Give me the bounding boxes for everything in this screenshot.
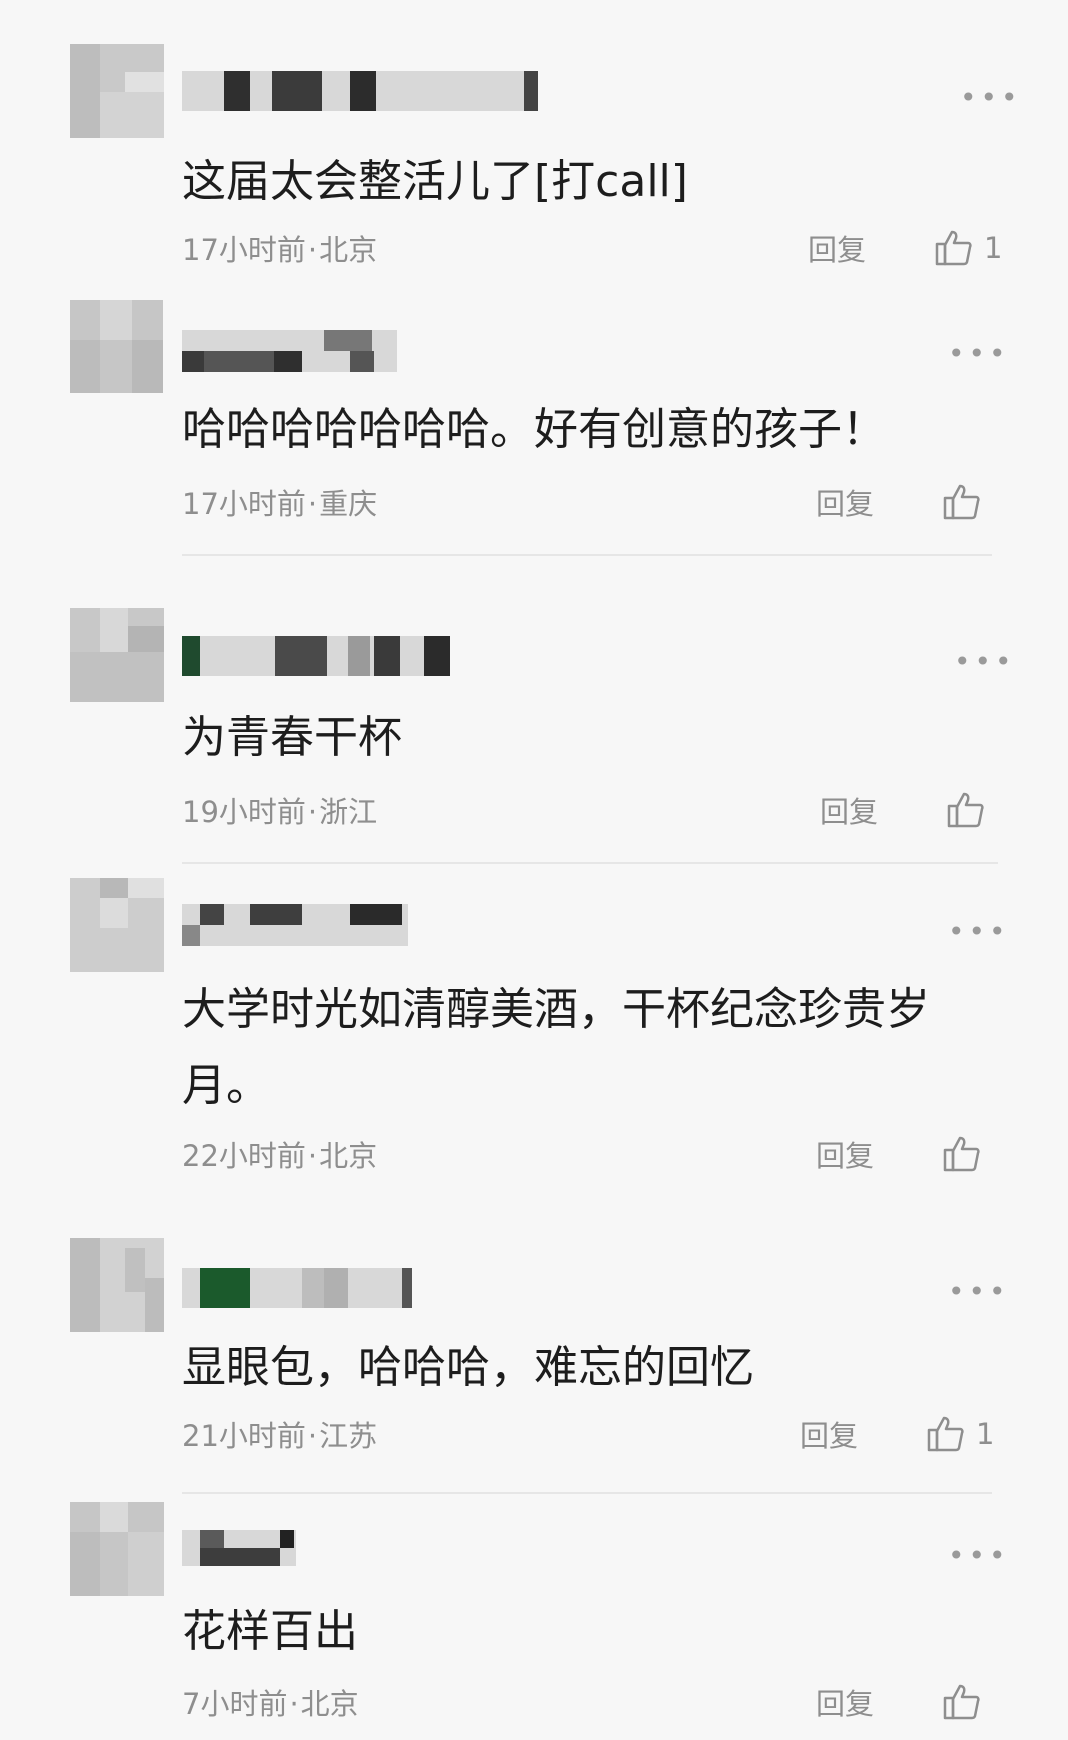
comment-meta: 19小时前·浙江 xyxy=(182,798,377,827)
comment-location: 北京 xyxy=(319,233,378,267)
comment-text: 哈哈哈哈哈哈哈。好有创意的孩子！ xyxy=(182,404,886,455)
thumbs-up-icon xyxy=(926,1414,966,1454)
avatar[interactable] xyxy=(70,1238,164,1332)
like-button[interactable] xyxy=(946,790,996,830)
comment-time: 22小时前 xyxy=(182,1139,306,1173)
meta-separator: · xyxy=(307,795,318,829)
thumbs-up-icon xyxy=(942,482,982,522)
divider xyxy=(182,554,992,556)
comment-time: 21小时前 xyxy=(182,1419,306,1453)
username-blurred[interactable] xyxy=(182,1268,412,1308)
meta-separator: · xyxy=(307,487,318,521)
avatar[interactable] xyxy=(70,608,164,702)
comment-location: 江苏 xyxy=(319,1419,378,1453)
username-blurred[interactable] xyxy=(182,71,538,111)
comment-text: 显眼包，哈哈哈，难忘的回忆 xyxy=(182,1342,754,1393)
like-button[interactable] xyxy=(942,1134,992,1174)
comment-time: 17小时前 xyxy=(182,487,306,521)
comment-text: 大学时光如清醇美酒，干杯纪念珍贵岁月。 xyxy=(182,984,930,1111)
comment-meta: 21小时前·江苏 xyxy=(182,1422,377,1451)
comment-time: 17小时前 xyxy=(182,233,306,267)
comment-text: 这届太会整活儿了[打call] xyxy=(182,156,688,207)
thumbs-up-icon xyxy=(934,228,974,268)
like-button[interactable] xyxy=(942,1682,992,1722)
more-dots-icon[interactable]: ••• xyxy=(960,84,1022,112)
more-dots-icon[interactable]: ••• xyxy=(954,648,1016,676)
comment-location: 北京 xyxy=(300,1687,359,1721)
meta-separator: · xyxy=(307,233,318,267)
comment-location: 重庆 xyxy=(319,487,378,521)
thumbs-up-icon xyxy=(942,1682,982,1722)
meta-separator: · xyxy=(289,1687,299,1721)
like-button[interactable]: 1 xyxy=(926,1414,994,1454)
more-dots-icon[interactable]: ••• xyxy=(948,1278,1010,1306)
reply-button[interactable]: 回复 xyxy=(808,236,866,265)
comment-list: ••• 这届太会整活儿了[打call] 17小时前·北京 回复 1 ••• 哈哈… xyxy=(0,0,1068,1740)
like-count: 1 xyxy=(984,230,1003,265)
reply-button[interactable]: 回复 xyxy=(816,490,874,519)
reply-button[interactable]: 回复 xyxy=(820,798,878,827)
reply-button[interactable]: 回复 xyxy=(816,1690,874,1719)
avatar[interactable] xyxy=(70,44,164,138)
thumbs-up-icon xyxy=(942,1134,982,1174)
comment-text: 为青春干杯 xyxy=(182,712,402,763)
comment-location: 浙江 xyxy=(319,795,378,829)
thumbs-up-icon xyxy=(946,790,986,830)
comment-text: 花样百出 xyxy=(182,1606,358,1657)
like-button[interactable]: 1 xyxy=(934,228,1002,268)
more-dots-icon[interactable]: ••• xyxy=(948,1542,1010,1570)
comment-location: 北京 xyxy=(319,1139,378,1173)
comment-time: 19小时前 xyxy=(182,795,306,829)
divider xyxy=(182,862,998,864)
comment-meta: 7小时前·北京 xyxy=(182,1690,359,1719)
avatar[interactable] xyxy=(70,1502,164,1596)
comment-time: 7小时前 xyxy=(182,1687,288,1721)
meta-separator: · xyxy=(307,1419,318,1453)
username-blurred[interactable] xyxy=(182,636,450,676)
comment-meta: 17小时前·北京 xyxy=(182,236,377,265)
username-blurred[interactable] xyxy=(182,1530,296,1566)
username-blurred[interactable] xyxy=(182,904,408,946)
divider xyxy=(182,1492,992,1494)
comment-meta: 17小时前·重庆 xyxy=(182,490,377,519)
reply-button[interactable]: 回复 xyxy=(816,1142,874,1171)
username-blurred[interactable] xyxy=(182,330,397,372)
like-count: 1 xyxy=(976,1416,995,1451)
avatar[interactable] xyxy=(70,300,163,393)
meta-separator: · xyxy=(307,1139,318,1173)
comment-meta: 22小时前·北京 xyxy=(182,1142,377,1171)
more-dots-icon[interactable]: ••• xyxy=(948,918,1010,946)
more-dots-icon[interactable]: ••• xyxy=(948,340,1010,368)
like-button[interactable] xyxy=(942,482,992,522)
avatar[interactable] xyxy=(70,878,164,972)
reply-button[interactable]: 回复 xyxy=(800,1422,858,1451)
